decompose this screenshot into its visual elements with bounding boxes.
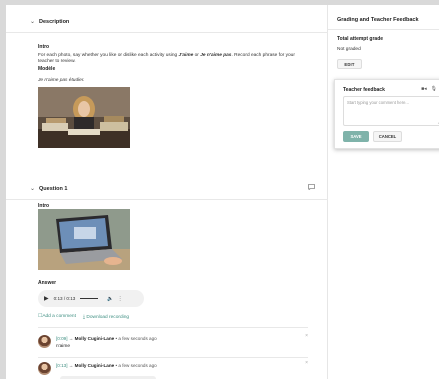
play-icon[interactable]: ▶	[44, 295, 49, 302]
save-button[interactable]: SAVE	[343, 131, 369, 142]
student-studying-photo	[38, 87, 130, 148]
feedback-icons: ■◂ 🎙	[421, 86, 437, 92]
chevron-down-icon[interactable]: ⌄	[30, 18, 35, 25]
grading-sidebar: Grading and Teacher Feedback Total attem…	[328, 5, 439, 379]
intro-label: Intro	[38, 44, 50, 50]
example-text: Je n'aime pas étudier.	[38, 78, 85, 83]
chevron-down-icon[interactable]: ⌄	[30, 185, 35, 192]
comment-meta: [0:13] → Molly Cugini-Lane • a few secon…	[56, 363, 157, 368]
add-comment-link[interactable]: ☐Add a comment	[38, 314, 76, 320]
volume-icon[interactable]: 🔈	[107, 296, 113, 302]
cancel-button[interactable]: CANCEL	[373, 131, 402, 142]
comment-timestamp[interactable]: [0:09]	[56, 336, 68, 341]
comment-body: n'aime	[56, 344, 70, 349]
description-header[interactable]: ⌄ Description	[6, 11, 328, 33]
answer-actions: ☐Add a comment ⤓ Download recording	[38, 314, 129, 320]
close-icon[interactable]: ×	[305, 360, 308, 366]
commenter-name: Molly Cugini-Lane	[74, 363, 115, 368]
audio-player[interactable]: ▶ 0:13 / 0:13 🔈 ⋮	[38, 290, 144, 307]
avatar	[38, 335, 51, 348]
modele-label: Modèle	[38, 66, 56, 72]
feedback-title: Teacher feedback	[343, 87, 385, 93]
progress-bar[interactable]	[80, 297, 99, 300]
divider	[38, 357, 308, 358]
laptop-photo	[38, 209, 130, 270]
video-camera-icon[interactable]: ■◂	[421, 86, 427, 92]
question-title: Question 1	[39, 185, 68, 192]
instructions-text: For each photo, say whether you like or …	[38, 53, 295, 64]
divider	[38, 327, 308, 328]
divider	[328, 29, 439, 30]
more-options-icon[interactable]: ⋮	[118, 296, 123, 302]
app-frame: ⌄ Description Intro For each photo, say …	[6, 5, 439, 379]
comment-timestamp[interactable]: [0:13]	[56, 363, 68, 368]
teacher-feedback-panel: Teacher feedback ■◂ 🎙 Start typing your …	[334, 79, 439, 149]
commenter-name: Molly Cugini-Lane	[74, 336, 115, 341]
comment-meta: [0:09] → Molly Cugini-Lane • a few secon…	[56, 336, 157, 341]
feedback-textarea[interactable]: Start typing your comment here... ◢	[343, 96, 439, 126]
sidebar-title: Grading and Teacher Feedback	[337, 17, 419, 23]
comment-time: a few seconds ago	[118, 363, 157, 368]
content-pane: ⌄ Description Intro For each photo, say …	[6, 5, 328, 379]
chat-bubble-icon[interactable]	[308, 184, 315, 192]
microphone-icon[interactable]: 🎙	[431, 86, 437, 92]
close-icon[interactable]: ×	[305, 333, 308, 339]
comment-time: a few seconds ago	[118, 336, 157, 341]
edit-button[interactable]: EDIT	[337, 59, 362, 69]
question-header[interactable]: ⌄ Question 1	[6, 178, 328, 200]
avatar	[38, 362, 51, 375]
player-time: 0:13 / 0:13	[53, 296, 76, 301]
grade-value: Not graded	[337, 47, 361, 52]
answer-label: Answer	[38, 280, 57, 286]
download-recording-link[interactable]: ⤓ Download recording	[83, 314, 129, 320]
description-title: Description	[39, 18, 70, 25]
comment-item: [0:09] → Molly Cugini-Lane • a few secon…	[38, 333, 308, 355]
grade-label: Total attempt grade	[337, 36, 384, 42]
